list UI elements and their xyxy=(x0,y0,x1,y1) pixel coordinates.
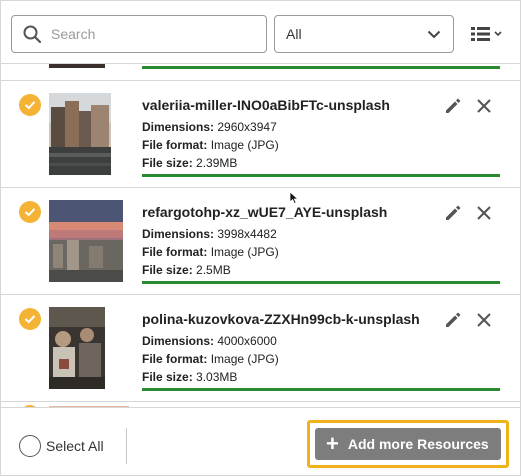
resource-panel: All xyxy=(0,0,521,476)
mouse-cursor-icon xyxy=(289,191,299,205)
dimensions-value: 3998x4482 xyxy=(217,227,277,241)
resource-thumbnail xyxy=(49,64,105,68)
view-toggle-button[interactable] xyxy=(471,23,505,45)
remove-button[interactable] xyxy=(473,202,495,224)
size-value: 2.39MB xyxy=(196,156,238,170)
resource-name: polina-kuzovkova-ZZXHn99cb-k-unsplash xyxy=(142,311,420,327)
selected-check-icon[interactable] xyxy=(19,94,41,116)
type-filter-value: All xyxy=(286,26,302,42)
upload-progress-bar xyxy=(142,281,500,284)
format-value: Image (JPG) xyxy=(210,352,279,366)
dimensions-label: Dimensions: xyxy=(142,227,215,241)
resource-size: File size: 2.5MB xyxy=(142,263,231,277)
chevron-down-icon xyxy=(427,30,441,38)
upload-progress-bar xyxy=(142,388,500,391)
size-label: File size: xyxy=(142,156,193,170)
add-more-resources-button[interactable]: + Add more Resources xyxy=(315,428,501,460)
resource-format: File format: Image (JPG) xyxy=(142,138,279,152)
search-input[interactable] xyxy=(51,26,241,42)
format-label: File format: xyxy=(142,352,208,366)
resource-size: File size: 3.03MB xyxy=(142,370,237,384)
selected-check-icon[interactable] xyxy=(19,308,41,330)
list-item[interactable]: polina-kuzovkova-ZZXHn99cb-k-unsplash Di… xyxy=(1,295,520,402)
size-value: 3.03MB xyxy=(196,370,238,384)
select-all-label[interactable]: Select All xyxy=(46,438,104,454)
resource-dimensions: Dimensions: 4000x6000 xyxy=(142,334,277,348)
resource-dimensions: Dimensions: 2960x3947 xyxy=(142,120,277,134)
edit-button[interactable] xyxy=(442,95,464,117)
type-filter-select[interactable]: All xyxy=(274,15,454,53)
dimensions-value: 4000x6000 xyxy=(217,334,277,348)
add-more-resources-label: Add more Resources xyxy=(347,436,489,452)
resource-size: File size: 2.39MB xyxy=(142,156,237,170)
size-value: 2.5MB xyxy=(196,263,231,277)
pencil-icon xyxy=(446,312,461,327)
select-all-radio[interactable] xyxy=(19,435,41,457)
remove-button[interactable] xyxy=(473,95,495,117)
list-item[interactable]: refargotohp-xz_wUE7_AYE-unsplash Dimensi… xyxy=(1,188,520,295)
pencil-icon xyxy=(446,205,461,220)
dimensions-value: 2960x3947 xyxy=(217,120,277,134)
footer-divider xyxy=(126,428,127,464)
format-value: Image (JPG) xyxy=(210,138,279,152)
dimensions-label: Dimensions: xyxy=(142,334,215,348)
close-icon xyxy=(477,206,491,220)
edit-button[interactable] xyxy=(442,202,464,224)
resource-format: File format: Image (JPG) xyxy=(142,352,279,366)
format-value: Image (JPG) xyxy=(210,245,279,259)
size-label: File size: xyxy=(142,370,193,384)
footer-bar: Select All + Add more Resources xyxy=(1,407,520,475)
toolbar: All xyxy=(1,1,520,63)
resource-name: valeriia-miller-INO0aBibFTc-unsplash xyxy=(142,97,390,113)
resource-name: refargotohp-xz_wUE7_AYE-unsplash xyxy=(142,204,388,220)
close-icon xyxy=(477,99,491,113)
edit-button[interactable] xyxy=(442,309,464,331)
plus-icon: + xyxy=(326,431,339,456)
resource-dimensions: Dimensions: 3998x4482 xyxy=(142,227,277,241)
resource-list[interactable]: valeriia-miller-INO0aBibFTc-unsplash Dim… xyxy=(1,63,520,407)
size-label: File size: xyxy=(142,263,193,277)
format-label: File format: xyxy=(142,138,208,152)
dimensions-label: Dimensions: xyxy=(142,120,215,134)
close-icon xyxy=(477,313,491,327)
resource-thumbnail xyxy=(49,200,123,282)
upload-progress-bar xyxy=(142,66,500,69)
resource-thumbnail xyxy=(49,93,111,175)
remove-button[interactable] xyxy=(473,309,495,331)
list-item[interactable]: valeriia-miller-INO0aBibFTc-unsplash Dim… xyxy=(1,81,520,188)
list-item-partial-top xyxy=(1,64,520,81)
add-resources-highlight: + Add more Resources xyxy=(307,420,509,468)
search-box[interactable] xyxy=(11,15,267,53)
upload-progress-bar xyxy=(142,174,500,177)
resource-thumbnail xyxy=(49,307,111,389)
pencil-icon xyxy=(446,98,461,113)
list-view-icon xyxy=(471,27,502,41)
selected-check-icon[interactable] xyxy=(19,201,41,223)
search-icon xyxy=(23,25,41,43)
resource-format: File format: Image (JPG) xyxy=(142,245,279,259)
format-label: File format: xyxy=(142,245,208,259)
